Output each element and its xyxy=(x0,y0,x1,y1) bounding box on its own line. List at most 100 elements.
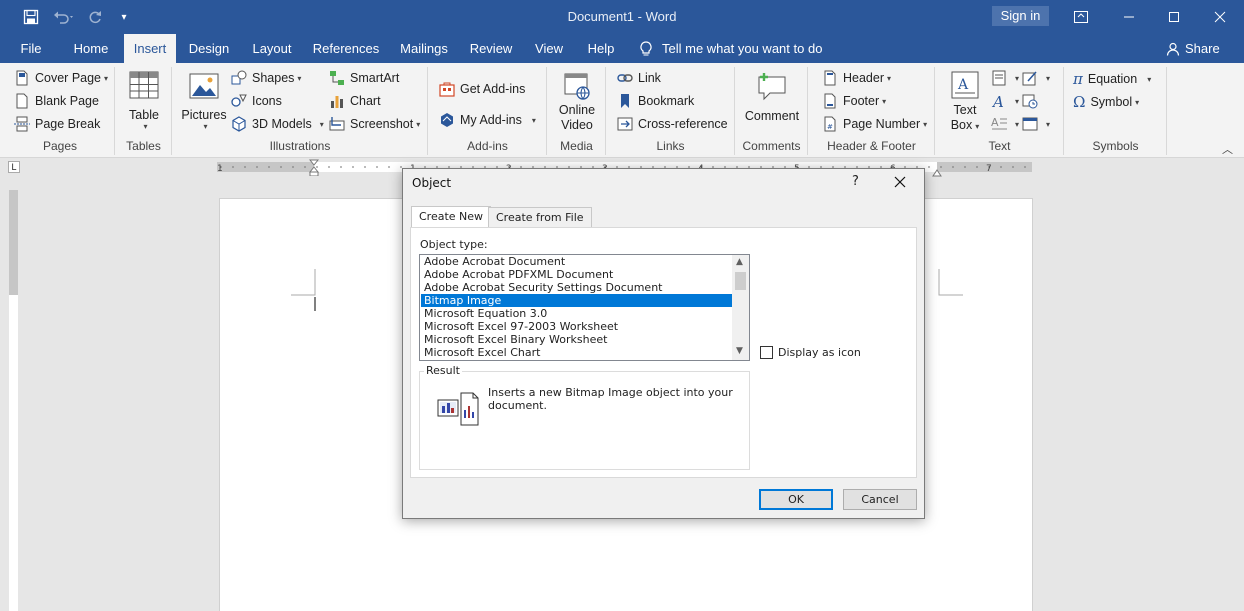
help-button[interactable]: ? xyxy=(852,174,859,189)
equation-button[interactable]: π Equation ▾ xyxy=(1073,70,1151,88)
screenshot-icon xyxy=(329,117,345,131)
checkbox-box[interactable] xyxy=(760,346,773,359)
table-button[interactable]: Table ▾ xyxy=(122,71,166,131)
list-item[interactable]: Adobe Acrobat Security Settings Document xyxy=(421,281,732,294)
tab-references[interactable]: References xyxy=(312,34,380,63)
tab-design[interactable]: Design xyxy=(186,34,232,63)
chart-button[interactable]: Chart xyxy=(329,93,381,109)
group-label-addins: Add-ins xyxy=(467,139,508,153)
blank-page-button[interactable]: Blank Page xyxy=(14,93,99,109)
link-button[interactable]: Link xyxy=(617,70,661,86)
icons-button[interactable]: Icons xyxy=(231,93,282,109)
my-addins-button[interactable]: My Add-ins ▾ xyxy=(439,112,536,128)
text-box-button[interactable]: A Text Box ▾ xyxy=(940,71,990,134)
pictures-button[interactable]: Pictures ▾ xyxy=(179,71,229,131)
display-as-icon-checkbox[interactable]: Display as icon xyxy=(760,346,861,359)
dialog-close-icon[interactable] xyxy=(894,172,906,193)
blank-page-icon xyxy=(16,93,28,109)
object-dialog: Object ? Create New Create from File Obj… xyxy=(402,168,925,519)
ribbon-display-options-icon[interactable] xyxy=(1058,0,1104,34)
tab-selector-icon[interactable]: L xyxy=(8,161,20,173)
chart-icon xyxy=(331,96,343,108)
svg-text:A: A xyxy=(991,93,1004,109)
scroll-up-icon[interactable]: ▲ xyxy=(736,257,743,267)
minimize-icon[interactable] xyxy=(1106,0,1152,34)
3d-models-button[interactable]: 3D Models ▾ xyxy=(231,116,324,132)
display-as-icon-label: Display as icon xyxy=(778,346,861,359)
right-indent-marker-icon[interactable] xyxy=(932,166,942,177)
cancel-button[interactable]: Cancel xyxy=(843,489,917,510)
tab-mailings[interactable]: Mailings xyxy=(396,34,452,63)
close-icon[interactable] xyxy=(1197,0,1243,34)
maximize-icon[interactable] xyxy=(1151,0,1197,34)
online-video-icon xyxy=(564,73,590,100)
list-item[interactable]: Microsoft Excel 97-2003 Worksheet xyxy=(421,320,732,333)
list-item[interactable]: Adobe Acrobat PDFXML Document xyxy=(421,268,732,281)
list-item[interactable]: Microsoft Equation 3.0 xyxy=(421,307,732,320)
scroll-thumb[interactable] xyxy=(735,272,746,290)
wordart-icon[interactable]: A ▾ xyxy=(991,93,1019,109)
tab-review[interactable]: Review xyxy=(466,34,516,63)
result-label: Result xyxy=(424,364,462,377)
tell-me-text: Tell me what you want to do xyxy=(662,41,823,56)
tab-view[interactable]: View xyxy=(532,34,566,63)
lightbulb-icon xyxy=(640,40,652,55)
group-label-links: Links xyxy=(656,139,685,153)
date-time-icon[interactable] xyxy=(1022,93,1043,109)
svg-text:A: A xyxy=(991,116,999,129)
bookmark-button[interactable]: Bookmark xyxy=(617,93,694,109)
sign-in-button[interactable]: Sign in xyxy=(992,6,1049,26)
tab-layout[interactable]: Layout xyxy=(248,34,296,63)
group-comments: Comment Comments xyxy=(736,67,808,155)
bookmark-icon xyxy=(621,94,629,108)
tell-me-box[interactable]: Tell me what you want to do xyxy=(640,34,830,63)
quick-parts-icon[interactable]: ▾ xyxy=(991,70,1019,86)
icons-icon xyxy=(231,94,247,107)
group-label-symbols: Symbols xyxy=(1092,139,1139,153)
page-number-button[interactable]: # Page Number ▾ xyxy=(822,116,927,132)
tab-file[interactable]: File xyxy=(14,34,48,63)
list-item[interactable]: Microsoft Excel Chart xyxy=(421,346,732,359)
group-label-comments: Comments xyxy=(742,139,801,153)
indent-marker-icon[interactable] xyxy=(308,159,320,177)
list-scrollbar[interactable]: ▲ ▼ xyxy=(732,255,749,360)
insert-object-icon[interactable]: ▾ xyxy=(1022,116,1050,132)
omega-icon: Ω xyxy=(1073,93,1086,111)
footer-button[interactable]: Footer ▾ xyxy=(822,93,886,109)
symbol-button[interactable]: Ω Symbol ▾ xyxy=(1073,93,1139,111)
cross-reference-icon xyxy=(617,117,633,131)
list-item-selected[interactable]: Bitmap Image xyxy=(421,294,732,307)
group-label-text: Text xyxy=(988,139,1011,153)
shapes-icon xyxy=(231,70,247,85)
ok-button[interactable]: OK xyxy=(759,489,833,510)
bitmap-object-icon xyxy=(437,392,479,429)
page-number-icon: # xyxy=(824,116,836,132)
svg-text:#: # xyxy=(827,123,833,131)
comment-button[interactable]: Comment xyxy=(742,71,802,123)
tab-create-new[interactable]: Create New xyxy=(411,206,492,228)
shapes-button[interactable]: Shapes ▾ xyxy=(231,70,301,86)
tab-home[interactable]: Home xyxy=(68,34,114,63)
list-item[interactable]: Adobe Acrobat Document xyxy=(421,255,732,268)
page-break-button[interactable]: Page Break xyxy=(14,116,100,132)
signature-line-icon[interactable]: ▾ xyxy=(1022,70,1050,86)
cover-page-button[interactable]: Cover Page ▾ xyxy=(14,70,108,86)
smartart-button[interactable]: SmartArt xyxy=(329,70,399,86)
cross-reference-button[interactable]: Cross-reference xyxy=(617,116,728,132)
share-button[interactable]: Share xyxy=(1166,34,1222,63)
collapse-ribbon-icon[interactable]: ︿ xyxy=(1222,141,1233,157)
footer-icon xyxy=(824,93,836,109)
scroll-down-icon[interactable]: ▼ xyxy=(736,346,743,356)
get-addins-button[interactable]: Get Add-ins xyxy=(439,81,525,97)
online-video-button[interactable]: Online Video xyxy=(552,71,602,133)
pictures-icon xyxy=(189,73,219,99)
header-button[interactable]: Header ▾ xyxy=(822,70,891,86)
list-item[interactable]: Microsoft Excel Binary Worksheet xyxy=(421,333,732,346)
person-icon xyxy=(1166,42,1180,56)
drop-cap-icon[interactable]: A ▾ xyxy=(991,116,1019,132)
tab-help[interactable]: Help xyxy=(582,34,620,63)
object-type-list[interactable]: Adobe Acrobat Document Adobe Acrobat PDF… xyxy=(419,254,750,361)
tab-create-from-file[interactable]: Create from File xyxy=(488,207,592,228)
tab-insert[interactable]: Insert xyxy=(124,34,176,63)
screenshot-button[interactable]: Screenshot ▾ xyxy=(329,116,420,132)
